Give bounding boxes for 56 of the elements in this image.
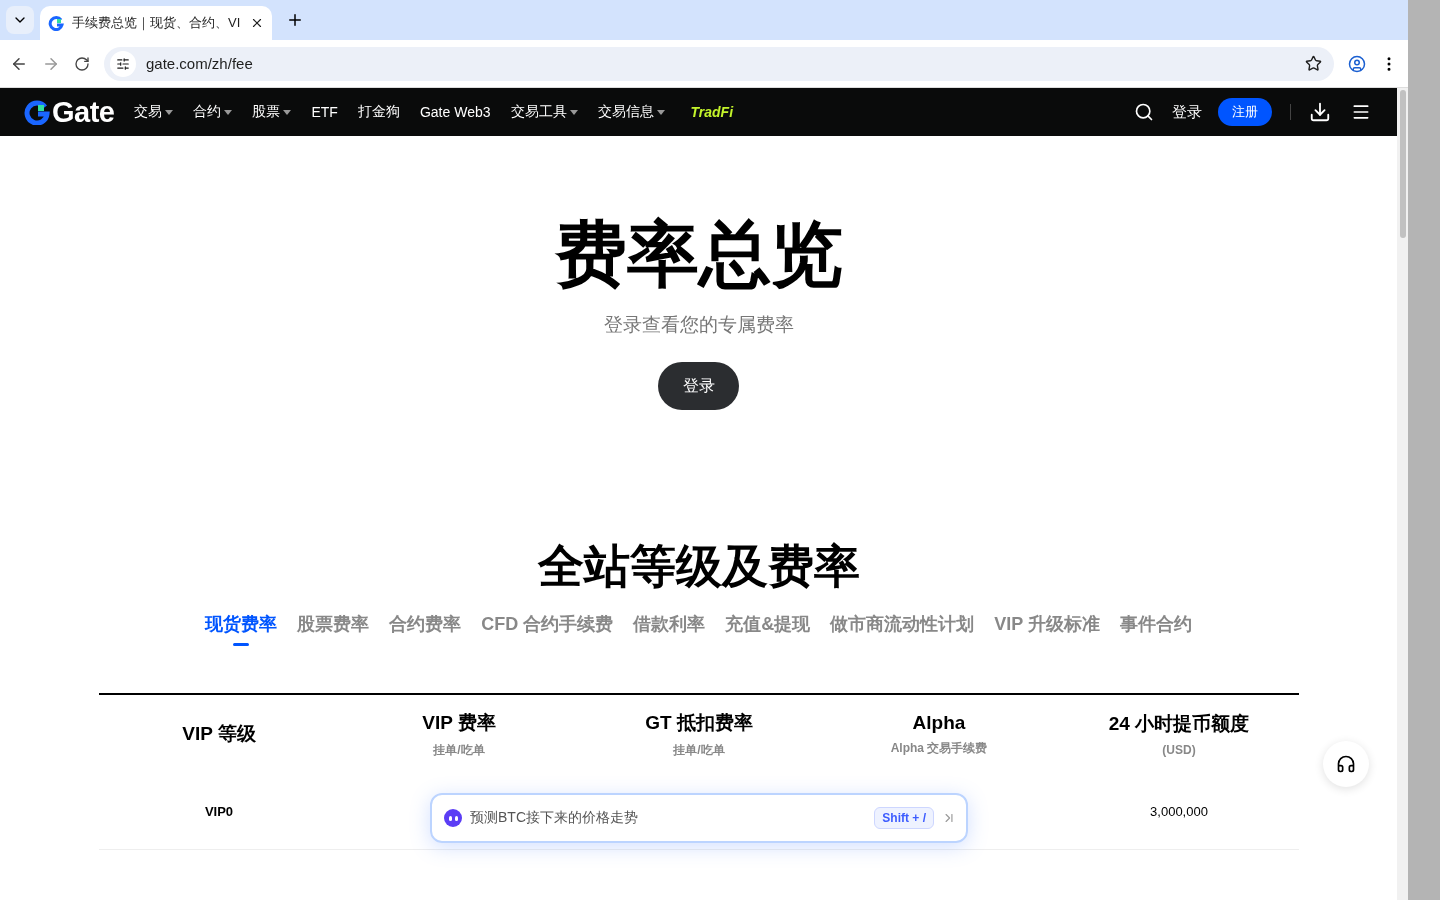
ai-prompt-bar[interactable]: 预测BTC接下来的价格走势 Shift + / xyxy=(430,793,968,843)
nav-item[interactable]: 交易 xyxy=(134,103,174,121)
column-subtitle: (USD) xyxy=(1162,743,1196,757)
register-button[interactable]: 注册 xyxy=(1218,98,1272,126)
table-cell-text: VIP0 xyxy=(203,803,235,819)
nav-item[interactable]: 合约 xyxy=(193,103,233,121)
headphones-icon xyxy=(1336,754,1356,774)
column-title: VIP 等级 xyxy=(182,722,256,746)
column-title: VIP 费率 xyxy=(422,710,496,735)
fee-tab[interactable]: 做市商流动性计划 xyxy=(830,612,975,646)
column-title: 24 小时提币额度 xyxy=(1108,712,1250,736)
nav-item[interactable]: Gate Web3 xyxy=(419,104,491,120)
close-icon xyxy=(250,16,264,30)
bot-icon xyxy=(444,809,462,827)
tradfi-link[interactable]: TradFi xyxy=(690,104,734,120)
site-settings-icon[interactable] xyxy=(110,50,136,77)
section-title: 全站等级及费率 xyxy=(536,539,861,594)
nav-item[interactable]: 交易工具 xyxy=(510,103,578,121)
fee-tab[interactable]: 借款利率 xyxy=(633,612,706,646)
fee-tab[interactable]: 事件合约 xyxy=(1119,612,1192,646)
fee-tab[interactable]: 合约费率 xyxy=(389,612,462,646)
reload-icon[interactable] xyxy=(74,55,90,72)
column-title: Alpha xyxy=(912,711,966,734)
logo-icon xyxy=(48,15,64,31)
fee-tab[interactable]: 充值&提现 xyxy=(725,612,811,646)
support-button[interactable] xyxy=(1323,741,1369,787)
fee-tab[interactable]: VIP 升级标准 xyxy=(994,612,1100,646)
download-icon[interactable] xyxy=(1309,101,1331,123)
tab-title: 手续费总览｜现货、合约、VI xyxy=(72,14,242,32)
tab-list-button[interactable] xyxy=(6,6,34,34)
nav-item[interactable]: ETF xyxy=(311,104,338,120)
fee-tab[interactable]: 股票费率 xyxy=(297,612,370,646)
login-link[interactable]: 登录 xyxy=(1172,102,1202,122)
profile-icon[interactable] xyxy=(1348,54,1366,73)
nav-item[interactable]: 打金狗 xyxy=(357,103,400,121)
column-title: GT 抵扣费率 xyxy=(645,710,753,735)
table-cell-text: 3,000,000 xyxy=(1149,803,1209,819)
menu-icon[interactable] xyxy=(1351,102,1371,122)
login-button[interactable]: 登录 xyxy=(658,362,739,410)
prompt-text: 预测BTC接下来的价格走势 xyxy=(470,809,639,827)
star-icon xyxy=(1305,55,1322,72)
new-tab-icon[interactable] xyxy=(286,11,304,29)
nav-item[interactable]: 股票 xyxy=(252,103,292,121)
column-subtitle: 挂单/吃单 xyxy=(673,741,725,759)
fee-tab[interactable]: CFD 合约手续费 xyxy=(481,612,614,646)
shortcut-key: Shift + / xyxy=(874,807,934,829)
page-title: 费率总览 xyxy=(554,214,843,294)
search-icon[interactable] xyxy=(1134,102,1154,122)
page-subtitle: 登录查看您的专属费率 xyxy=(603,313,794,337)
column-subtitle: 挂单/吃单 xyxy=(433,741,485,759)
fee-tab[interactable]: 现货费率 xyxy=(205,612,278,646)
browser-tab[interactable]: 手续费总览｜现货、合约、VI xyxy=(40,6,272,40)
nav-item[interactable]: 交易信息 xyxy=(597,103,665,121)
logo[interactable]: Gate xyxy=(24,95,115,129)
address-bar[interactable]: gate.com/zh/fee xyxy=(104,46,1334,81)
column-subtitle: Alpha 交易手续费 xyxy=(890,739,988,757)
